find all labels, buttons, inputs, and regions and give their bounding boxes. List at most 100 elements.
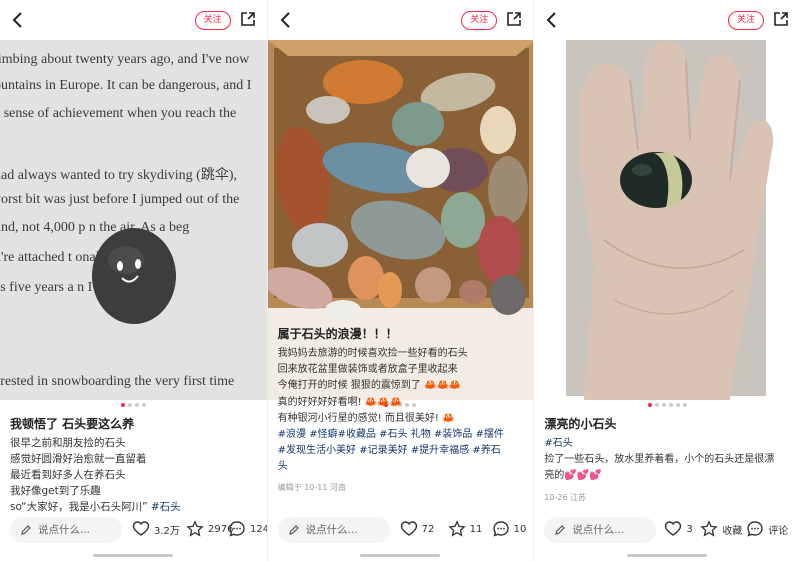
hashtag-line[interactable]: #浪漫 #怪癖#收藏品 #石头 礼物 #装饰品 #摆件 xyxy=(278,427,528,443)
hashtag-link[interactable]: #石头 xyxy=(544,436,792,452)
top-bar: 关注 xyxy=(268,0,534,40)
follow-button[interactable]: 关注 xyxy=(461,11,498,30)
like-button[interactable]: 3 xyxy=(664,519,693,539)
top-bar: 关注 xyxy=(534,0,800,40)
bottom-action-bar: 说点什么... 72 11 10 xyxy=(268,515,534,545)
heart-icon xyxy=(665,521,682,536)
screenshot-collage: 关注 limbing about twenty years ago, and I… xyxy=(0,0,800,561)
home-indicator xyxy=(627,554,708,557)
body-line: 最近看到好多人在养石头 xyxy=(10,469,126,481)
like-count: 3.2万 xyxy=(154,525,180,537)
comment-bubble-icon xyxy=(747,521,764,537)
body-line: 亮的💕💕💕 xyxy=(544,468,792,484)
body-line: 今俺打开的时候 狠狠的震惊到了 🦀🦀🦀 xyxy=(277,380,462,392)
top-bar: 关注 xyxy=(0,0,267,40)
body-line: 捡了一些石头，放水里养着看，小个的石头还是很漂 xyxy=(544,454,775,465)
body-text: 亮的 xyxy=(544,470,565,481)
star-icon xyxy=(700,520,719,537)
comment-input[interactable]: 说点什么... xyxy=(544,517,657,543)
heart-icon xyxy=(400,521,417,536)
hearts-emoji: 💕💕💕 xyxy=(564,470,602,481)
like-button[interactable]: 72 xyxy=(400,519,435,539)
body-line: 真的好好好好看啊! 🦀🦀🦀 xyxy=(277,396,403,408)
follow-button[interactable]: 关注 xyxy=(194,11,231,30)
hashtag-link[interactable]: #石头 xyxy=(151,501,181,513)
comment-placeholder: 说点什么... xyxy=(305,524,358,536)
back-arrow-icon[interactable] xyxy=(276,10,296,30)
comment-placeholder: 说点什么... xyxy=(572,524,625,536)
back-arrow-icon[interactable] xyxy=(542,10,562,30)
stone-in-palm-image xyxy=(566,40,774,400)
note-panel-2: 关注 属于石头的浪漫！！！ 我妈妈去旅游的时候喜欢捡一些好看的石头 回来放花盆里… xyxy=(266,0,534,561)
edit-meta: 编辑于 10-11 河南 xyxy=(277,482,346,492)
body-line: 有种银河小行星的感觉! 而且很美好! 🦀 xyxy=(277,412,455,424)
body-line: 感觉好圆滑好治愈就一直留着 xyxy=(10,453,147,465)
collect-button[interactable]: 2976 xyxy=(186,519,233,539)
comment-button[interactable]: 10 xyxy=(492,519,527,539)
note-photo[interactable]: limbing about twenty years ago, and I've… xyxy=(0,40,267,400)
comment-placeholder: 说点什么... xyxy=(38,524,91,536)
comment-input[interactable]: 说点什么... xyxy=(10,517,122,543)
bottom-action-bar: 说点什么... 3 收藏 评论 xyxy=(534,515,800,545)
share-icon[interactable] xyxy=(772,10,790,28)
collect-button[interactable]: 11 xyxy=(447,519,483,539)
body-text: so“大家好，我是小石头阿川” xyxy=(10,501,148,513)
page-text-line: erested in snowboarding the very first t… xyxy=(0,374,235,389)
note-content: 属于石头的浪漫！！！ 我妈妈去旅游的时候喜欢捡一些好看的石头 回来放花盆里做装饰… xyxy=(278,326,528,493)
body-line: 回来放花盆里做装饰或者放盒子里收起来 xyxy=(277,364,458,376)
hashtag-line[interactable]: 头 xyxy=(278,459,528,475)
comment-button[interactable]: 评论 xyxy=(746,519,788,539)
page-text-line: vorst bit was just before I jumped out o… xyxy=(0,192,240,207)
note-body: 很早之前和朋友捡的石头 感觉好圆滑好治愈就一直留着 最近看到好多人在养石头 我好… xyxy=(10,435,259,515)
comment-count: 1240 xyxy=(250,523,267,535)
smiling-pebble-image xyxy=(92,228,176,324)
comment-bubble-icon xyxy=(492,521,509,537)
follow-button[interactable]: 关注 xyxy=(727,11,764,30)
back-arrow-icon[interactable] xyxy=(8,10,28,30)
body-line: 很早之前和朋友捡的石头 xyxy=(10,437,126,449)
page-text-line: ountains in Europe. It can be dangerous,… xyxy=(0,78,252,93)
home-indicator xyxy=(93,554,174,557)
pencil-icon xyxy=(555,525,566,535)
like-count: 3 xyxy=(686,523,693,535)
note-panel-1: 关注 limbing about twenty years ago, and I… xyxy=(0,0,267,561)
comment-bubble-icon xyxy=(229,521,245,537)
note-panel-3: 关注 漂亮的小石头 #石头 捡了一些石头，放水里养着看，小个的石头还是很漂 亮的… xyxy=(533,0,800,561)
collect-button[interactable]: 收藏 xyxy=(700,519,742,539)
page-text-line: e sense of achievement when you reach th… xyxy=(0,106,237,121)
like-count: 72 xyxy=(421,523,435,535)
carousel-indicator xyxy=(534,403,800,407)
note-body: 我妈妈去旅游的时候喜欢捡一些好看的石头 回来放花盆里做装饰或者放盒子里收起来 今… xyxy=(278,346,528,476)
note-photo[interactable] xyxy=(534,40,800,400)
comment-count: 10 xyxy=(513,523,527,535)
bottom-action-bar: 说点什么... 3.2万 2976 1240 xyxy=(0,515,267,545)
like-button[interactable]: 3.2万 xyxy=(132,519,180,539)
comment-input[interactable]: 说点什么... xyxy=(277,517,390,543)
post-meta: 10-26 江苏 xyxy=(544,493,587,502)
body-line: 我好像get到了乐趣 xyxy=(10,485,101,497)
hashtag-line[interactable]: #发现生活小美好 #记录美好 #提升幸福感 #养石 xyxy=(278,443,528,459)
comment-button[interactable]: 1240 xyxy=(228,519,267,539)
comment-label: 评论 xyxy=(768,525,789,537)
carousel-indicator xyxy=(0,403,267,407)
collect-count: 11 xyxy=(469,523,483,535)
note-content: 我顿悟了 石头要这么养 很早之前和朋友捡的石头 感觉好圆滑好治愈就一直留着 最近… xyxy=(10,416,259,515)
share-icon[interactable] xyxy=(505,10,523,28)
note-title: 我顿悟了 石头要这么养 xyxy=(10,417,135,431)
page-text-line: had always wanted to try skydiving (跳伞), xyxy=(0,168,238,183)
pencil-icon xyxy=(288,525,299,535)
page-text-line: limbing about twenty years ago, and I've… xyxy=(0,52,250,67)
heart-icon xyxy=(132,521,150,536)
home-indicator xyxy=(360,554,441,557)
note-title: 属于石头的浪漫！！！ xyxy=(277,327,398,341)
collect-label: 收藏 xyxy=(722,525,743,537)
body-line: so“大家好，我是小石头阿川” #石头 xyxy=(10,499,259,515)
body-line: 我妈妈去旅游的时候喜欢捡一些好看的石头 xyxy=(277,348,468,359)
note-body: #石头 捡了一些石头，放水里养着看，小个的石头还是很漂 亮的💕💕💕 xyxy=(544,436,792,484)
star-icon xyxy=(447,520,466,537)
share-icon[interactable] xyxy=(239,10,257,28)
note-content: 漂亮的小石头 #石头 捡了一些石头，放水里养着看，小个的石头还是很漂 亮的💕💕💕… xyxy=(544,416,792,503)
note-title: 漂亮的小石头 xyxy=(544,417,617,431)
star-icon xyxy=(186,520,204,537)
pencil-icon xyxy=(21,525,31,535)
